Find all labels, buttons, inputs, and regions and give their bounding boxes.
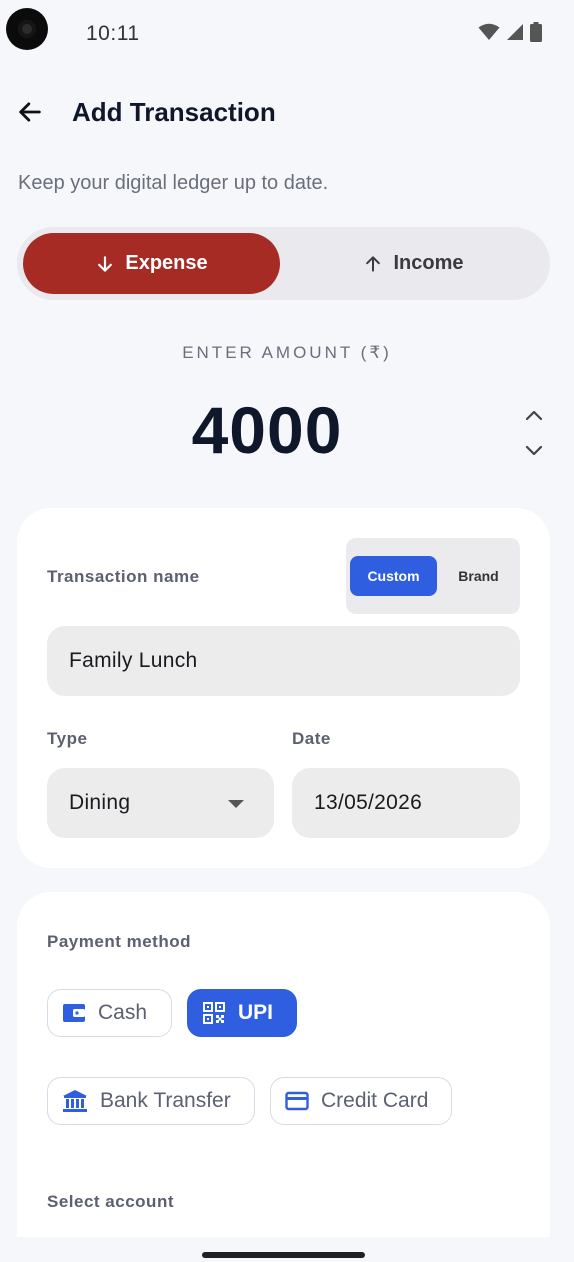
- amount-label: ENTER AMOUNT (₹): [182, 343, 392, 362]
- transaction-name-input[interactable]: Family Lunch: [47, 626, 520, 696]
- custom-option[interactable]: Custom: [350, 556, 437, 596]
- transaction-details-card: Transaction name Custom Brand Family Lun…: [17, 508, 550, 868]
- status-time: 10:11: [86, 22, 140, 45]
- arrow-down-icon: [98, 255, 113, 272]
- payment-option-bank-transfer[interactable]: Bank Transfer: [47, 1077, 255, 1125]
- wifi-icon: [478, 23, 500, 40]
- transaction-type-toggle: Expense Income: [17, 227, 550, 300]
- type-select[interactable]: Dining: [47, 768, 274, 838]
- back-button[interactable]: [10, 92, 50, 132]
- wallet-icon: [63, 1004, 85, 1022]
- page-title: Add Transaction: [72, 97, 276, 127]
- income-label: Income: [393, 252, 464, 274]
- chevron-down-icon: [525, 445, 543, 456]
- arrow-left-icon: [19, 102, 41, 122]
- home-indicator[interactable]: [202, 1252, 365, 1258]
- amount-stepper: [518, 402, 550, 466]
- payment-option-upi[interactable]: UPI: [187, 989, 297, 1037]
- expense-label: Expense: [125, 252, 208, 274]
- status-icons: [478, 22, 542, 42]
- date-label: Date: [292, 729, 331, 748]
- type-label: Type: [47, 729, 88, 748]
- decrement-button[interactable]: [518, 438, 550, 464]
- select-account-label: Select account: [47, 1192, 174, 1211]
- date-input[interactable]: 13/05/2026: [292, 768, 520, 838]
- brand-option[interactable]: Brand: [441, 556, 516, 596]
- payment-option-label: Cash: [98, 1001, 148, 1024]
- camera-cutout: [6, 8, 48, 50]
- page-subtitle: Keep your digital ledger up to date.: [18, 172, 329, 194]
- payment-option-label: Bank Transfer: [100, 1089, 231, 1112]
- payment-option-credit-card[interactable]: Credit Card: [270, 1077, 452, 1125]
- status-bar: 10:11: [0, 0, 574, 70]
- signal-icon: [507, 24, 523, 40]
- payment-option-label: Credit Card: [321, 1089, 429, 1112]
- amount-input[interactable]: 4000: [0, 392, 534, 468]
- add-transaction-screen: 10:11 Add Transaction Keep your digital …: [0, 0, 574, 1262]
- payment-card: Payment method Cash UPI Bank Transfer Cr…: [17, 892, 550, 1237]
- credit-card-icon: [285, 1091, 309, 1111]
- type-value: Dining: [69, 791, 131, 814]
- name-mode-toggle: Custom Brand: [346, 538, 520, 614]
- dropdown-caret-icon: [228, 800, 244, 808]
- app-bar: Add Transaction: [0, 80, 574, 144]
- expense-tab[interactable]: Expense: [23, 233, 280, 294]
- battery-icon: [530, 22, 542, 42]
- increment-button[interactable]: [518, 402, 550, 428]
- chevron-up-icon: [525, 410, 543, 421]
- income-tab[interactable]: Income: [283, 233, 544, 294]
- bank-icon: [63, 1090, 87, 1112]
- payment-option-cash[interactable]: Cash: [47, 989, 172, 1037]
- arrow-up-icon: [366, 255, 381, 272]
- transaction-name-label: Transaction name: [47, 567, 200, 586]
- qr-code-icon: [203, 1002, 225, 1024]
- payment-method-label: Payment method: [47, 932, 191, 951]
- payment-option-label: UPI: [238, 1001, 274, 1024]
